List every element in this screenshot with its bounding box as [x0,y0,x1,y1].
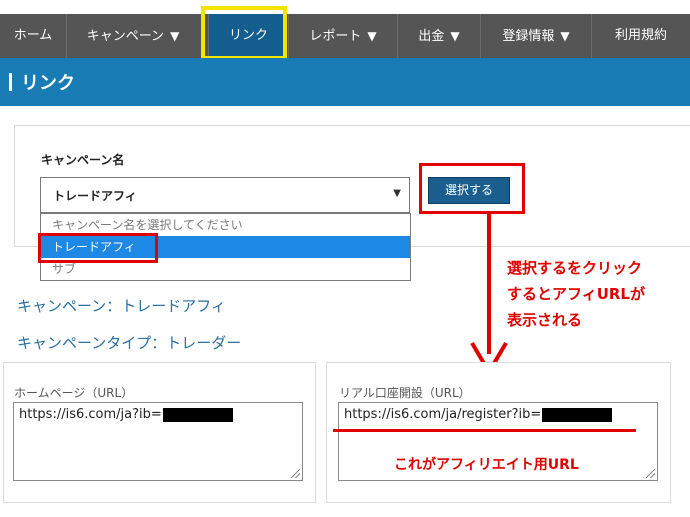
nav-item-terms[interactable]: 利用規約 [592,14,690,58]
nav-label: 登録情報 [502,29,555,44]
chevron-down-icon: ▼ [170,29,180,43]
url-note: これがアフィリエイト用URL [394,457,579,473]
homepage-url-label: ホームページ（URL） [14,386,134,400]
highlight-frame [201,6,287,60]
nav-label: 出金 [418,29,445,44]
annotation-arrow-shaft [487,214,491,354]
campaign-name-label: キャンペーン名 [41,153,125,167]
homepage-url-text: https://is6.com/ja?ib= [19,407,233,422]
real-account-url-label: リアル口座開設（URL） [339,386,471,400]
nav-item-campaign[interactable]: キャンペーン ▼ [67,14,199,58]
nav-item-report[interactable]: レポート ▼ [289,14,397,58]
option-highlight-box [38,233,158,263]
top-nav: ホーム キャンペーン ▼ リンク レポート ▼ 出金 ▼ 登録情報 ▼ 利用規約 [0,0,690,60]
page-header: リンク [0,58,690,106]
campaign-info: キャンペーン：トレードアフィ [17,297,226,315]
chevron-down-icon: ▼ [560,29,570,43]
redacted-id [542,407,613,422]
nav-label: レポート [309,29,362,44]
click-note-line: するとアフィURLが [507,285,645,303]
homepage-url-value: https://is6.com/ja?ib= [19,407,162,422]
page-title: リンク [21,73,75,94]
chevron-down-icon: ▼ [367,29,377,43]
campaign-select[interactable]: トレードアフィ ▼ [40,177,410,213]
campaign-type-info: キャンペーンタイプ：トレーダー [17,334,242,352]
redacted-id [162,407,233,422]
resize-grip-icon[interactable] [646,469,655,478]
homepage-url-field[interactable]: https://is6.com/ja?ib= [13,402,303,481]
nav-label: ホーム [13,28,53,43]
click-note-line: 選択するをクリック [507,259,643,277]
click-note: 選択するをクリック するとアフィURLが 表示される [507,255,645,333]
click-note-line: 表示される [507,311,583,329]
chevron-down-icon: ▼ [393,188,401,199]
resize-grip-icon[interactable] [291,469,300,478]
nav-label: 利用規約 [614,28,667,43]
real-account-url-value: https://is6.com/ja/register?ib= [344,407,542,422]
url-underline [333,429,636,432]
button-highlight-box [419,163,525,214]
header-accent-bar [9,73,12,91]
real-account-url-text: https://is6.com/ja/register?ib= [344,407,613,422]
campaign-select-value: トレードアフィ [53,189,137,203]
nav-item-registration[interactable]: 登録情報 ▼ [481,14,591,58]
nav-item-withdrawal[interactable]: 出金 ▼ [398,14,480,58]
nav-label: キャンペーン [86,29,165,44]
chevron-down-icon: ▼ [450,29,460,43]
nav-item-home[interactable]: ホーム [0,14,66,58]
